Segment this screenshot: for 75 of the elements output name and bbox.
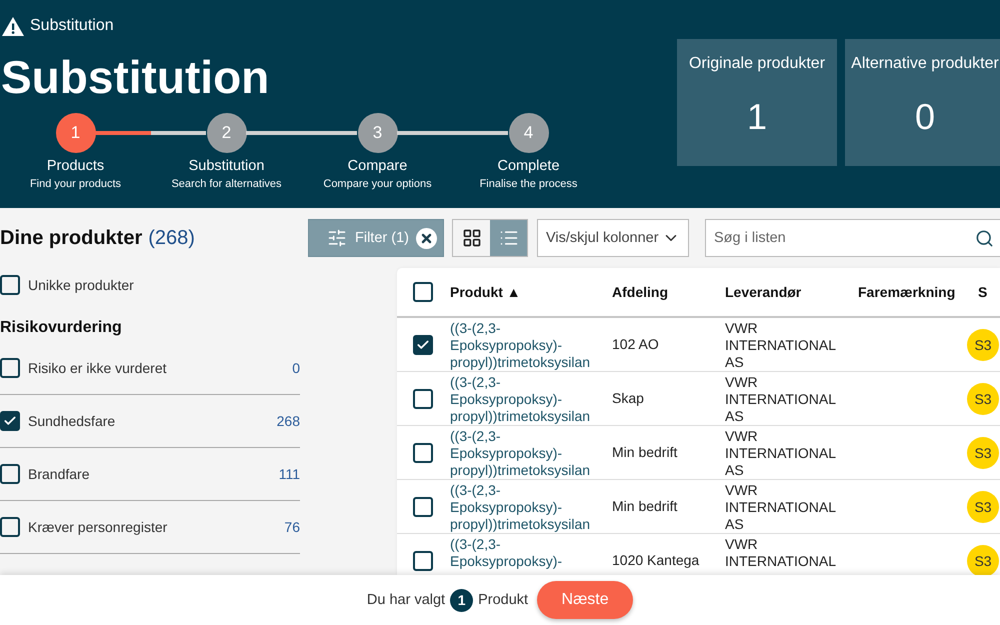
product-link[interactable]: ((3-(2,3-Epoksypropoksy)-propyl))trimetoksysilan — [450, 372, 612, 425]
table-cell-text: VWR INTERNATIONAL AS — [725, 481, 836, 533]
check-icon — [416, 338, 430, 352]
checkbox[interactable] — [0, 358, 20, 378]
table-cell-text: Skap — [612, 390, 645, 407]
count-badge: 1 — [450, 588, 474, 612]
checkbox[interactable] — [413, 282, 433, 302]
table-cell-text: Min bedrift — [612, 498, 678, 515]
section-title: Risikovurdering — [0, 318, 123, 338]
checkbox[interactable] — [0, 464, 20, 484]
stat-label: Originale produkter — [688, 54, 826, 74]
filter-count: 76 — [284, 519, 300, 535]
sidebar-title: Dine produkter — [0, 226, 142, 251]
column-header[interactable]: Leverandør — [725, 284, 858, 300]
grid-icon — [462, 228, 482, 248]
search-input[interactable]: Søg i listen — [714, 230, 975, 246]
filter-label: Kræver personregister — [28, 519, 168, 535]
step-description: Compare your options — [323, 177, 432, 191]
column-header[interactable]: Afdeling — [612, 284, 725, 300]
hazard-badge: S3 — [967, 490, 999, 522]
filter-label: Sundhedsfare — [28, 413, 116, 429]
clear-filter-button[interactable] — [416, 228, 437, 248]
selection-text: Produkt — [478, 592, 528, 608]
close-icon — [416, 228, 437, 248]
selection-text: Du har valgt — [366, 592, 446, 608]
product-link[interactable]: ((3-(2,3-Epoksypropoksy)-propyl))trimetoksysilan — [450, 426, 612, 479]
page-title: Substitution — [0, 50, 270, 104]
product-link[interactable]: ((3-(2,3-Epoksypropoksy)-propyl))trimetoksysilan — [450, 318, 612, 371]
step-label: Compare — [348, 157, 408, 175]
search-icon — [975, 228, 994, 248]
breadcrumb-label: Substitution — [30, 16, 114, 36]
checkbox[interactable] — [413, 334, 433, 354]
step-description: Find your products — [30, 177, 122, 191]
table-cell-text: VWR INTERNATIONAL AS — [725, 427, 836, 479]
filter-label: Risiko er ikke vurderet — [28, 360, 168, 376]
filter-count: 111 — [278, 466, 300, 482]
table-cell-text: VWR INTERNATIONAL AS — [725, 319, 836, 371]
table-cell-text: 102 AO — [612, 336, 660, 353]
search-field[interactable]: Søg i listen — [705, 219, 1000, 257]
column-header[interactable]: S — [965, 284, 1000, 300]
product-link[interactable]: ((3-(2,3-Epoksypropoksy)-propyl))trimetoksysilan — [450, 480, 612, 533]
table-cell-text: Min bedrift — [612, 444, 678, 461]
step-label: Complete — [497, 157, 560, 175]
step-label: Substitution — [188, 157, 264, 175]
filter-count: 268 — [276, 413, 300, 429]
hazard-badge: S3 — [967, 328, 999, 360]
step-description: Finalise the process — [480, 177, 578, 191]
step-description: Search for alternatives — [171, 177, 282, 191]
checkbox[interactable] — [413, 388, 433, 408]
stat-value: 1 — [746, 97, 768, 137]
checkbox[interactable] — [0, 275, 20, 295]
product-link[interactable]: ((3-(2,3-Epoksypropoksy)- — [450, 534, 612, 570]
checkbox[interactable] — [0, 411, 20, 431]
table-cell-text: 1020 Kantega — [612, 552, 700, 569]
checkbox[interactable] — [413, 496, 433, 516]
stat-value: 0 — [914, 97, 936, 137]
hazard-badge: S3 — [967, 436, 999, 468]
filter-label: Brandfare — [28, 466, 90, 482]
filter-label: Unikke produkter — [28, 277, 135, 293]
columns-dropdown[interactable]: Vis/skjul kolonner — [537, 219, 689, 257]
product-count: (268) — [148, 226, 195, 251]
column-header[interactable]: Faremærkning — [858, 284, 965, 300]
stat-label: Alternative produkter — [851, 54, 999, 74]
checkbox[interactable] — [0, 517, 20, 537]
sliders-icon — [327, 228, 347, 248]
step-label: Products — [46, 157, 104, 175]
column-header[interactable]: Produkt ▲ — [450, 284, 612, 300]
filter-count: 0 — [292, 360, 300, 376]
checkbox[interactable] — [413, 550, 433, 570]
table-cell-text: VWR INTERNATIONAL — [725, 535, 837, 570]
table-cell-text: VWR INTERNATIONAL AS — [725, 373, 836, 425]
hazard-badge: S3 — [967, 544, 999, 575]
check-icon — [3, 414, 17, 428]
checkbox[interactable] — [413, 442, 433, 462]
hazard-badge: S3 — [967, 382, 999, 414]
